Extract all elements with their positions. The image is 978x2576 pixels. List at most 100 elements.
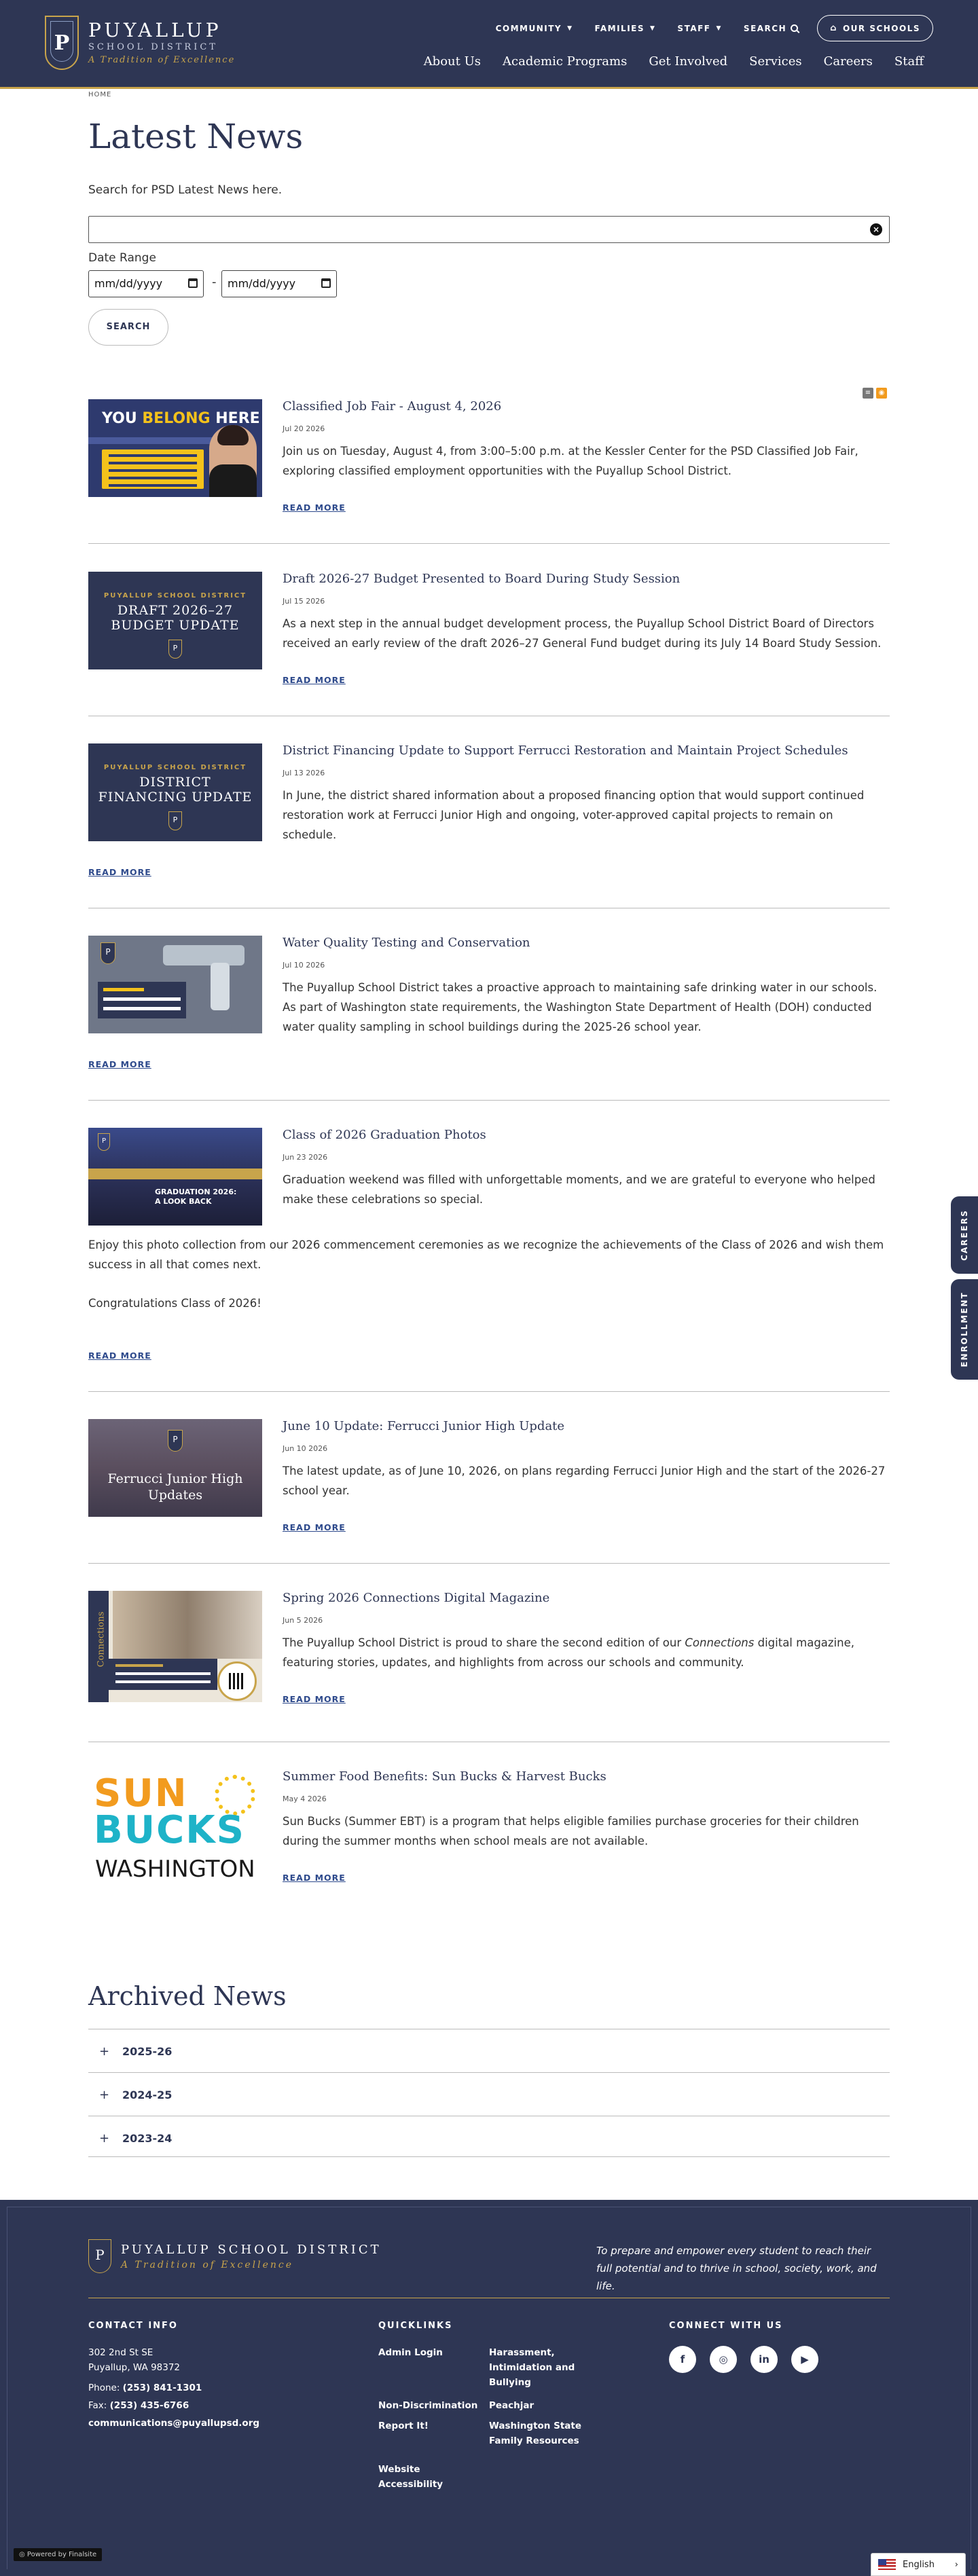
date-from-input[interactable]: mm/dd/yyyy — [88, 270, 204, 297]
nav-academic-programs[interactable]: Academic Programs — [503, 54, 627, 69]
chevron-down-icon: ▼ — [650, 24, 656, 32]
news-date: Jul 13 2026 — [283, 769, 325, 777]
nav-services[interactable]: Services — [749, 54, 801, 69]
utility-staff[interactable]: STAFF ▼ — [677, 24, 722, 33]
crest-icon: P — [101, 942, 115, 964]
utility-community[interactable]: COMMUNITY ▼ — [496, 24, 573, 33]
address-line-1: 302 2nd St SE — [88, 2347, 153, 2358]
nav-about-us[interactable]: About Us — [424, 54, 481, 69]
news-thumbnail[interactable]: P — [88, 936, 262, 1033]
nav-careers[interactable]: Careers — [824, 54, 873, 69]
ical-icon[interactable]: ≡ — [863, 388, 873, 399]
calendar-icon[interactable] — [321, 278, 331, 288]
news-thumbnail[interactable]: PUYALLUP SCHOOL DISTRICT DRAFT 2026–27 BU… — [88, 572, 262, 669]
peachjar-link[interactable]: Peachjar — [489, 2398, 534, 2413]
news-title[interactable]: June 10 Update: Ferrucci Junior High Upd… — [283, 1419, 564, 1433]
address-line-2: Puyallup, WA 98372 — [88, 2362, 181, 2373]
phone-line: Phone: (253) 841-1301 — [88, 2382, 202, 2393]
clear-icon[interactable]: × — [870, 223, 882, 236]
harassment-link[interactable]: Harassment, Intimidation and Bullying — [489, 2345, 584, 2390]
email-link[interactable]: communications@puyallupsd.org — [88, 2416, 259, 2431]
news-paragraph: Congratulations Class of 2026! — [88, 1297, 261, 1310]
nav-get-involved[interactable]: Get Involved — [649, 54, 727, 69]
divider — [88, 1391, 890, 1392]
news-thumbnail[interactable]: YOU BELONG HERE — [88, 399, 262, 497]
home-icon: ⌂ — [830, 23, 837, 33]
accordion-2025-26[interactable]: + 2025-26 — [88, 2029, 890, 2072]
archived-news-title: Archived News — [88, 1981, 287, 2011]
family-resources-link[interactable]: Washington State Family Resources — [489, 2418, 584, 2448]
news-title[interactable]: Summer Food Benefits: Sun Bucks & Harves… — [283, 1769, 606, 1784]
news-title[interactable]: Spring 2026 Connections Digital Magazine — [283, 1591, 549, 1605]
non-discrimination-link[interactable]: Non-Discrimination — [378, 2398, 477, 2413]
language-selector[interactable]: English › — [871, 2553, 966, 2576]
page-title: Latest News — [88, 117, 304, 156]
news-summary: As a next step in the annual budget deve… — [283, 617, 882, 650]
search-button[interactable]: SEARCH — [88, 309, 168, 346]
read-more-link[interactable]: READ MORE — [283, 1873, 346, 1883]
utility-nav: COMMUNITY ▼ FAMILIES ▼ STAFF ▼ SEARCH ⌂ OUR … — [474, 15, 933, 41]
careers-tab[interactable]: CAREERS — [951, 1196, 978, 1274]
read-more-link[interactable]: READ MORE — [88, 1350, 151, 1361]
crest-icon: P — [45, 16, 79, 70]
read-more-link[interactable]: READ MORE — [283, 1694, 346, 1704]
facebook-icon[interactable]: f — [669, 2346, 696, 2373]
logo-sub: SCHOOL DISTRICT — [88, 42, 218, 52]
news-summary: In June, the district shared information… — [283, 789, 865, 841]
crest-icon: P — [98, 1133, 110, 1151]
news-thumbnail[interactable]: SUN BUCKS WASHINGTON — [88, 1769, 262, 1892]
news-thumbnail[interactable]: P Ferrucci Junior High Updates — [88, 1419, 262, 1517]
read-more-link[interactable]: READ MORE — [283, 675, 346, 685]
accordion-2023-24[interactable]: + 2023-24 — [88, 2116, 890, 2159]
logo-tagline: A Tradition of Excellence — [88, 55, 236, 65]
news-paragraph: Enjoy this photo collection from our 202… — [88, 1238, 884, 1271]
search-input[interactable]: × — [88, 216, 890, 243]
news-thumbnail[interactable]: PUYALLUP SCHOOL DISTRICT DISTRICT FINANCI… — [88, 743, 262, 841]
date-to-input[interactable]: mm/dd/yyyy — [221, 270, 337, 297]
powered-by-badge[interactable]: ◎ Powered by Finalsite — [14, 2548, 103, 2561]
news-title[interactable]: Water Quality Testing and Conservation — [283, 936, 530, 950]
main-nav: About Us Academic Programs Get Involved … — [402, 54, 924, 69]
youtube-icon[interactable]: ▶ — [791, 2346, 818, 2373]
admin-login-link[interactable]: Admin Login — [378, 2345, 443, 2360]
us-flag-icon — [878, 2559, 896, 2570]
contact-heading: CONTACT INFO — [88, 2321, 178, 2331]
feed-icons: ≡ ◉ — [860, 388, 887, 399]
plus-icon: + — [99, 2131, 110, 2146]
nav-staff[interactable]: Staff — [894, 54, 924, 69]
divider — [88, 543, 890, 544]
read-more-link[interactable]: READ MORE — [283, 502, 346, 513]
breadcrumb-home[interactable]: HOME — [88, 91, 111, 98]
website-accessibility-link[interactable]: Website Accessibility — [378, 2462, 446, 2492]
utility-families[interactable]: FAMILIES ▼ — [595, 24, 656, 33]
footer-logo[interactable]: P PUYALLUP SCHOOL DISTRICT A Tradition o… — [88, 2239, 382, 2273]
read-more-link[interactable]: READ MORE — [283, 1522, 346, 1532]
read-more-link[interactable]: READ MORE — [88, 867, 151, 877]
date-separator: - — [212, 275, 217, 289]
district-logo[interactable]: P PUYALLUP SCHOOL DISTRICT A Tradition o… — [45, 16, 235, 70]
news-summary: The Puyallup School District takes a pro… — [283, 981, 877, 1033]
news-title[interactable]: District Financing Update to Support Fer… — [283, 743, 848, 758]
instagram-icon[interactable]: ◎ — [710, 2346, 737, 2373]
news-title[interactable]: Classified Job Fair - August 4, 2026 — [283, 399, 501, 413]
enrollment-tab[interactable]: ENROLLMENT — [951, 1279, 978, 1380]
news-thumbnail[interactable]: Connections — [88, 1591, 262, 1702]
our-schools-button[interactable]: ⌂ OUR SCHOOLS — [817, 15, 933, 41]
rss-icon[interactable]: ◉ — [876, 388, 887, 399]
read-more-link[interactable]: READ MORE — [88, 1059, 151, 1069]
plus-icon: + — [99, 2088, 110, 2102]
phone-link[interactable]: (253) 841-1301 — [123, 2382, 202, 2393]
linkedin-icon[interactable]: in — [750, 2346, 778, 2373]
calendar-icon[interactable] — [188, 278, 198, 288]
utility-search[interactable]: SEARCH — [744, 24, 799, 33]
news-title[interactable]: Class of 2026 Graduation Photos — [283, 1128, 486, 1142]
news-title[interactable]: Draft 2026-27 Budget Presented to Board … — [283, 572, 680, 586]
report-it-link[interactable]: Report It! — [378, 2418, 429, 2433]
divider — [88, 1100, 890, 1101]
news-thumbnail[interactable]: P GRADUATION 2026: A LOOK BACK — [88, 1128, 262, 1226]
accordion-2024-25[interactable]: + 2024-25 — [88, 2072, 890, 2116]
news-date: Jul 10 2026 — [283, 961, 325, 970]
connect-heading: CONNECT WITH US — [669, 2321, 783, 2331]
news-summary: The latest update, as of June 10, 2026, … — [283, 1465, 886, 1497]
fax-line: Fax: (253) 435-6766 — [88, 2400, 189, 2411]
